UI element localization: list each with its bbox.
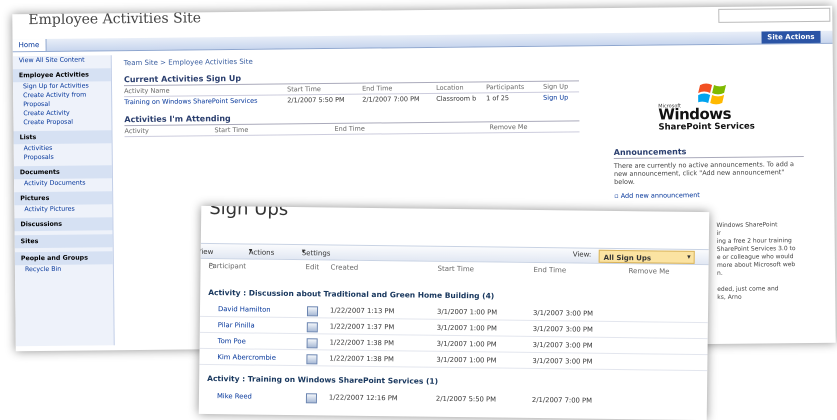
quicklaunch-heading[interactable]: Lists <box>13 130 112 145</box>
dropdown-icon: ▾ <box>687 252 691 261</box>
quick-launch: View All Site Content Employee Activities… <box>12 55 115 347</box>
col-remove-me[interactable]: Remove Me <box>628 267 669 276</box>
edit-icon[interactable] <box>305 393 318 404</box>
col-activity[interactable]: Activity <box>124 126 214 135</box>
site-title: Employee Activities Site <box>28 10 202 29</box>
created: 1/22/2007 1:38 PM <box>329 354 394 364</box>
quicklaunch-heading[interactable]: Employee Activities <box>12 68 111 83</box>
end-time: 3/1/2007 3:00 PM <box>532 340 593 350</box>
start-time: 3/1/2007 1:00 PM <box>436 323 497 333</box>
start-time: 3/1/2007 1:00 PM <box>436 339 497 349</box>
col-end-time[interactable]: End Time <box>362 84 436 92</box>
created: 1/22/2007 1:37 PM <box>329 322 395 332</box>
quicklaunch-heading[interactable]: People and Groups <box>14 251 113 266</box>
activity-name-link[interactable]: Training on Windows SharePoint Services <box>124 96 287 106</box>
logo-sharepoint: SharePoint Services <box>658 121 755 133</box>
settings-menu[interactable]: Settings ▾ <box>302 247 331 257</box>
add-announcement-label: Add new announcement <box>620 191 700 200</box>
quicklaunch-item[interactable]: Proposals <box>14 152 112 162</box>
col-end-time[interactable]: End Time <box>334 123 489 133</box>
breadcrumb[interactable]: Team Site > Employee Activities Site <box>124 58 253 67</box>
quicklaunch-item[interactable]: View All Site Content <box>13 55 111 65</box>
quicklaunch-item[interactable]: Recycle Bin <box>15 264 113 274</box>
col-created[interactable]: Created <box>330 263 358 271</box>
participant-link[interactable]: Tom Poe <box>218 337 246 345</box>
view-label: View: <box>572 250 592 259</box>
table-row: Mike Reed 1/22/2007 12:16 PM 2/1/2007 5:… <box>199 389 707 409</box>
quicklaunch-heading[interactable]: Pictures <box>14 191 113 206</box>
start-time: 3/1/2007 1:00 PM <box>436 307 498 317</box>
group-header[interactable]: Activity : Training on Windows SharePoin… <box>207 374 438 386</box>
edit-icon[interactable] <box>306 322 318 333</box>
announcements-body: There are currently no active announceme… <box>613 160 795 187</box>
quicklaunch-item[interactable]: Activity Pictures <box>14 204 112 214</box>
created: 1/22/2007 1:38 PM <box>329 338 395 348</box>
quicklaunch-heading[interactable]: Discussions <box>14 217 113 232</box>
announcements-webpart: Announcements There are currently no act… <box>613 146 805 200</box>
page-title: Sign Ups <box>209 205 289 220</box>
tab-home[interactable]: Home <box>12 38 47 52</box>
logo-windows: Windows <box>658 104 732 124</box>
col-participants[interactable]: Participants <box>486 83 543 91</box>
end-time: 3/1/2007 3:00 PM <box>532 324 593 334</box>
view-selector[interactable]: All Sign Ups ▾ <box>598 249 695 264</box>
windows-sharepoint-logo: Microsoft Windows SharePoint Services <box>654 78 775 139</box>
col-start-time[interactable]: Start Time <box>437 265 474 273</box>
start-time: 3/1/2007 1:00 PM <box>436 355 497 365</box>
top-nav-bar: Home Site Actions <box>12 30 833 53</box>
participant-link[interactable]: Mike Reed <box>217 392 252 400</box>
quicklaunch-item[interactable]: Activity Documents <box>14 178 112 188</box>
edit-icon[interactable] <box>306 306 319 317</box>
side-text-line: ks, Arno <box>717 293 742 301</box>
col-edit: Edit <box>305 263 320 272</box>
created: 1/22/2007 1:13 PM <box>329 306 395 316</box>
add-announcement-link[interactable]: ▫ Add new announcement <box>614 190 804 200</box>
quicklaunch-item[interactable]: Create Activity from Proposal <box>13 90 111 109</box>
group-header[interactable]: Activity : Discussion about Traditional … <box>208 288 494 300</box>
created: 1/22/2007 12:16 PM <box>328 393 398 403</box>
participant-link[interactable]: Pilar Pinilla <box>218 321 255 329</box>
participant-link[interactable]: Kim Abercrombie <box>217 353 276 362</box>
col-start-time[interactable]: Start Time <box>214 125 334 134</box>
col-sign-up[interactable]: Sign Up <box>543 82 579 90</box>
end-time: 2/1/2007 7:00 PM <box>362 95 420 104</box>
end-time: 2/1/2007 7:00 PM <box>531 395 593 405</box>
search-input[interactable] <box>718 7 831 23</box>
attending-webpart: Activities I'm Attending Activity Start … <box>124 110 580 138</box>
col-location[interactable]: Location <box>436 83 486 92</box>
end-time: 3/1/2007 3:00 PM <box>532 356 593 366</box>
col-remove-me[interactable]: Remove Me <box>489 123 559 131</box>
actions-menu[interactable]: Actions ▾ <box>249 246 275 256</box>
start-time: 2/1/2007 5:50 PM <box>287 95 345 105</box>
quicklaunch-heading[interactable]: Sites <box>14 234 113 249</box>
quicklaunch-heading[interactable]: Documents <box>13 165 112 180</box>
participant-link[interactable]: David Hamilton <box>218 305 271 314</box>
list-toolbar: View ▾ Actions ▾ Settings ▾ View: All Si… <box>199 242 709 266</box>
edit-icon[interactable] <box>306 354 318 365</box>
sign-ups-list-window: Sign Ups View ▾ Actions ▾ Settings ▾ Vie… <box>198 205 710 420</box>
sign-up-link[interactable]: Sign Up <box>543 93 579 101</box>
site-actions-button[interactable]: Site Actions <box>761 30 821 44</box>
start-time: 2/1/2007 5:50 PM <box>435 394 497 404</box>
side-text-webpart: Windows SharePoint ir ing a free 2 hour tr… <box>716 221 822 302</box>
announcements-title: Announcements <box>613 146 804 160</box>
col-activity-name[interactable]: Activity Name <box>124 85 287 95</box>
end-time: 3/1/2007 3:00 PM <box>532 308 594 318</box>
col-start-time[interactable]: Start Time <box>287 85 362 93</box>
current-activities-webpart: Current Activities Sign Up Activity Name… <box>123 70 580 107</box>
col-end-time[interactable]: End Time <box>533 266 566 274</box>
edit-icon[interactable] <box>306 338 318 349</box>
quicklaunch-item[interactable]: Create Proposal <box>13 117 111 127</box>
location: Classroom b <box>436 94 477 103</box>
participants-count: 1 of 25 <box>486 94 510 103</box>
